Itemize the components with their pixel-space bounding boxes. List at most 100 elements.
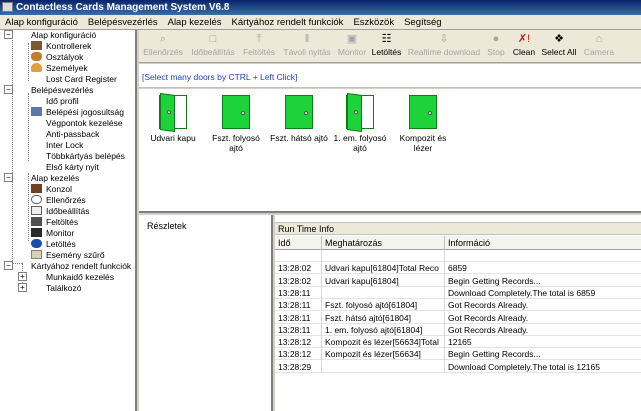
stop-button[interactable]: ● Stop [485, 32, 507, 61]
monitor-icon: ▣ [346, 33, 358, 45]
tree-collapse-toggle[interactable]: − [4, 261, 13, 270]
tree-item-szemelyek[interactable]: Személyek [46, 63, 88, 73]
column-header-ido[interactable]: Idő [275, 236, 322, 250]
clock-icon [31, 206, 42, 215]
navigation-tree: − Alap konfiguráció Kontrollerek Osztály… [0, 30, 137, 411]
door-open-icon [346, 92, 374, 133]
tree-group-alap-konfiguracio[interactable]: Alap konfiguráció [31, 30, 96, 40]
clean-button[interactable]: ✗! Clean [511, 32, 537, 61]
table-row[interactable]: 13:28:02 Udvari kapu[61804] Begin Getting … [275, 274, 641, 287]
tree-item-konzol[interactable]: Konzol [46, 184, 72, 194]
cell-meghatarozas: Udvari kapu[61804]Total Reco [322, 262, 445, 275]
selection-hint-bar: [Select many doors by CTRL + Left Click] [139, 64, 641, 88]
tree-item-tobbkartyas-belepes[interactable]: Többkártyás belépés [46, 151, 125, 161]
tree-collapse-toggle[interactable]: − [4, 173, 13, 182]
column-header-informacio[interactable]: Információ [445, 236, 641, 250]
column-header-meghatarozas[interactable]: Meghatározás [322, 236, 445, 250]
tree-group-kartyahoz-rendelt-funkciok[interactable]: Kártyához rendelt funkciók [31, 261, 131, 271]
door-grid: Udvari kapu Fszt. folyosó ajtó Fszt. hát… [139, 89, 641, 213]
cell-informacio: Got Records Already. [448, 300, 529, 311]
door-1-em-folyoso-ajto[interactable]: 1. em. folyosó ajtó [329, 92, 391, 153]
monitor-button[interactable]: ▣ Monitor [336, 32, 368, 61]
table-row[interactable]: 13:28:11 1. em. folyosó ajtó[61804] Got Re… [275, 323, 641, 336]
upload-icon [31, 217, 42, 226]
cell-informacio: 12165 [448, 337, 472, 348]
remote-open-icon: ‖ [304, 33, 310, 45]
upload-icon: ⤒ [256, 33, 262, 45]
table-row[interactable]: 13:28:12 Kompozit és lézer[56634] Begin Ge… [275, 348, 641, 361]
tree-item-talalkozo[interactable]: Találkozó [46, 283, 81, 293]
details-title: Részletek [147, 221, 187, 231]
tree-item-monitor[interactable]: Monitor [46, 228, 74, 238]
cell-ido: 13:28:29 [275, 360, 322, 373]
tree-group-alap-kezeles[interactable]: Alap kezelés [31, 173, 79, 183]
tree-item-letoltes[interactable]: Letöltés [46, 239, 76, 249]
person-icon [31, 63, 42, 72]
window-title: Contactless Cards Management System V6.8 [16, 2, 230, 13]
table-row[interactable]: 13:28:12 Kompozit és lézer[56634]Total 121… [275, 336, 641, 349]
cell-ido: 13:28:02 [275, 262, 322, 275]
tree-item-esemeny-szuro[interactable]: Esemény szűrő [46, 250, 105, 260]
select-all-button[interactable]: ❖ Select All [539, 32, 579, 61]
tree-item-elso-karty-nyit[interactable]: Első kárty nyit [46, 162, 99, 172]
menu-alap-konfiguracio[interactable]: Alap konfiguráció [0, 15, 83, 30]
tree-expand-toggle[interactable]: + [18, 272, 27, 281]
departments-icon [31, 52, 42, 61]
runtime-table-header: Idő Meghatározás Információ [275, 236, 641, 250]
realtime-download-icon: ⇩ [439, 33, 449, 45]
letoltes-button[interactable]: ☷ Letöltés [370, 32, 403, 61]
runtime-info-panel: Run Time Info Idő Meghatározás Informáci… [275, 215, 641, 411]
toolbar: ⌕ Ellenőrzés □ Időbeállítás ⤒ Feltöltés … [139, 30, 641, 63]
cell-meghatarozas [322, 360, 445, 373]
realtime-download-button[interactable]: ⇩ Realtime download [406, 32, 482, 61]
cell-ido: 13:28:12 [275, 348, 322, 361]
table-row[interactable]: 13:28:11 Fszt. folyosó ajtó[61804] Got Rec… [275, 299, 641, 312]
table-row[interactable]: 13:28:02 Udvari kapu[61804]Total Reco 6859 [275, 262, 641, 275]
menu-alap-kezeles[interactable]: Alap kezelés [163, 15, 227, 30]
menu-segitseg[interactable]: Segítség [399, 15, 447, 30]
tree-item-feltoltes[interactable]: Feltöltés [46, 217, 78, 227]
feltoltes-button[interactable]: ⤒ Feltöltés [241, 32, 277, 61]
cell-ido: 13:28:12 [275, 336, 322, 349]
menu-bar: Alap konfiguráció Belépésvezérlés Alap kez… [0, 15, 641, 30]
tavoli-nyitas-button[interactable]: ‖ Távoli nyitás [280, 32, 334, 61]
tree-item-inter-lock[interactable]: Inter Lock [46, 140, 83, 150]
camera-button[interactable]: ⌂ Camera [582, 32, 616, 61]
ellenorzes-button[interactable]: ⌕ Ellenőrzés [141, 32, 185, 61]
menu-belepesvezerles[interactable]: Belépésvezérlés [83, 15, 163, 30]
download-icon: ☷ [381, 33, 392, 45]
cell-informacio: Begin Getting Records... [448, 275, 541, 286]
runtime-table-body: 13:28:02 Udvari kapu[61804]Total Reco 6859… [275, 250, 641, 411]
door-fszt-folyoso-ajto[interactable]: Fszt. folyosó ajtó [205, 95, 267, 153]
app-icon [2, 2, 13, 12]
tree-item-belepesi-jogosultsag[interactable]: Belépési jogosultság [46, 107, 124, 117]
door-udvari-kapu[interactable]: Udvari kapu [142, 92, 204, 143]
cell-informacio: Download Completely.The total is 6859 [448, 287, 596, 298]
table-row[interactable]: 13:28:29 Download Completely.The total is… [275, 360, 641, 373]
tree-item-osztalyok[interactable]: Osztályok [46, 52, 83, 62]
tree-collapse-toggle[interactable]: − [4, 30, 13, 39]
cell-ido: 13:28:11 [275, 299, 322, 312]
menu-eszkozok[interactable]: Eszközök [348, 15, 399, 30]
tree-item-anti-passback[interactable]: Anti-passback [46, 129, 99, 139]
door-fszt-hatso-ajto[interactable]: Fszt. hátsó ajtó [268, 95, 330, 143]
table-row[interactable]: 13:28:11 Fszt. hátsó ajtó[61804] Got Recor… [275, 311, 641, 324]
cell-meghatarozas: 1. em. folyosó ajtó[61804] [322, 323, 445, 336]
tree-item-idobeallitas[interactable]: Időbeállítás [46, 206, 89, 216]
menu-kartyahoz-rendelt-funkciok[interactable]: Kártyához rendelt funkciók [226, 15, 348, 30]
door-closed-icon [222, 95, 250, 129]
door-kompozit-es-lezer[interactable]: Kompozit és lézer [392, 95, 454, 153]
tree-expand-toggle[interactable]: + [18, 283, 27, 292]
tree-item-ellenorzes[interactable]: Ellenőrzés [46, 195, 86, 205]
tree-item-vegpontok-kezelese[interactable]: Végpontok kezelése [46, 118, 123, 128]
table-row[interactable] [275, 250, 641, 262]
cell-ido: 13:28:11 [275, 323, 322, 336]
tree-item-lost-card-register[interactable]: Lost Card Register [46, 74, 117, 84]
tree-item-munkaido-kezeles[interactable]: Munkaidő kezelés [46, 272, 114, 282]
idobeallitas-button[interactable]: □ Időbeállítás [189, 32, 237, 61]
table-row[interactable]: 13:28:11 Download Completely.The total is… [275, 286, 641, 299]
tree-item-kontrollerek[interactable]: Kontrollerek [46, 41, 91, 51]
tree-item-ido-profil[interactable]: Idő profil [46, 96, 79, 106]
tree-group-belepesvezerles[interactable]: Belépésvezérlés [31, 85, 93, 95]
tree-collapse-toggle[interactable]: − [4, 85, 13, 94]
